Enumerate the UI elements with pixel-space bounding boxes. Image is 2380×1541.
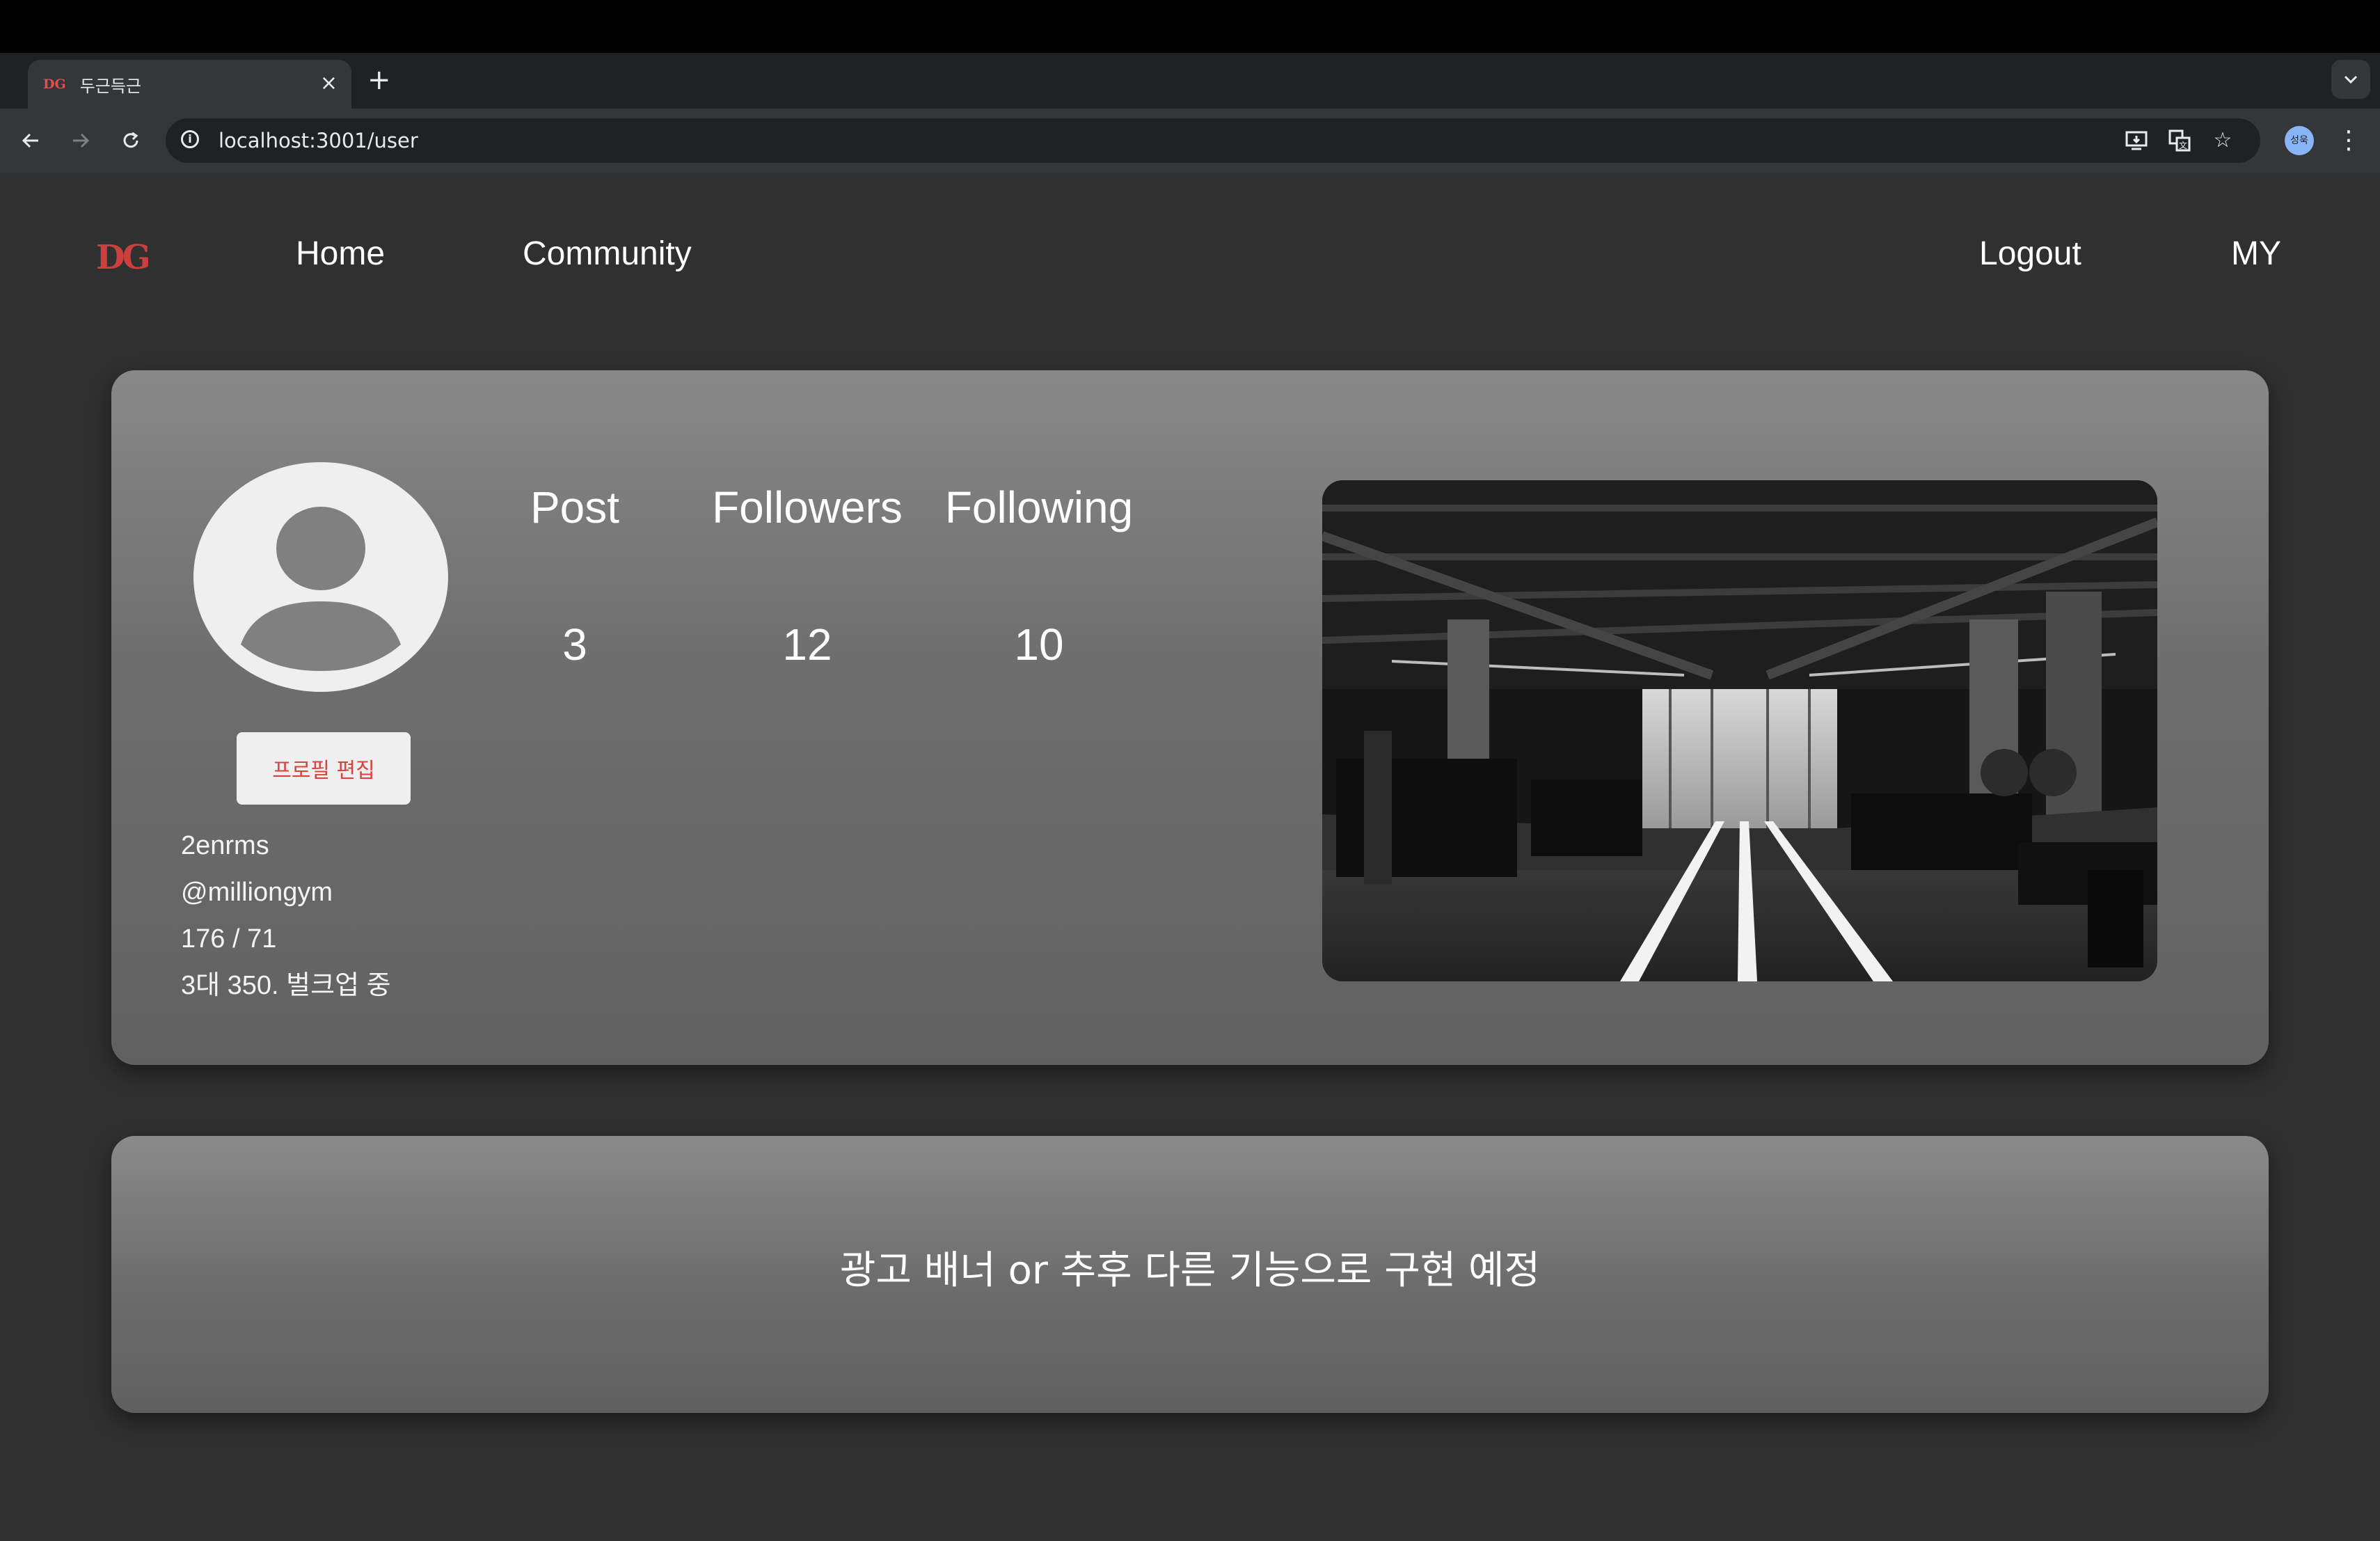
svg-text:文: 文 (2179, 140, 2187, 150)
profile-info: 2enrms @milliongym 176 / 71 3대 350. 벌크업 … (181, 823, 391, 1009)
edit-profile-button[interactable]: 프로필 편집 (237, 732, 411, 805)
nav-home[interactable]: Home (296, 233, 385, 275)
stat-followers-label[interactable]: Followers (682, 482, 933, 533)
back-icon[interactable] (13, 123, 49, 159)
url-text[interactable]: localhost:3001/user (219, 129, 418, 152)
stat-post-value[interactable]: 3 (450, 619, 700, 670)
nav-community[interactable]: Community (523, 233, 692, 275)
menu-kebab-icon[interactable]: ⋮ (2335, 124, 2363, 157)
profile-card: 프로필 편집 2enrms @milliongym 176 / 71 3대 35… (111, 370, 2269, 1065)
browser-profile-avatar[interactable]: 성욱 (2285, 126, 2314, 155)
tab-close-icon[interactable]: × (320, 71, 338, 96)
bookmark-star-icon[interactable]: ☆ (2207, 125, 2238, 156)
new-tab-button[interactable]: + (367, 63, 391, 97)
browser-toolbar: i localhost:3001/user 文 ☆ 성욱 ⋮ (0, 109, 2380, 173)
bio: 3대 350. 벌크업 중 (181, 971, 391, 1000)
install-app-icon[interactable] (2121, 125, 2152, 156)
stat-following-value[interactable]: 10 (914, 619, 1164, 670)
avatar (193, 462, 448, 692)
stat-followers-value[interactable]: 12 (682, 619, 933, 670)
site-info-icon[interactable]: i (181, 130, 199, 148)
stat-post-label[interactable]: Post (450, 482, 700, 533)
tab-title: 두근득근 (79, 76, 142, 96)
nav-my[interactable]: MY (2231, 233, 2281, 275)
handle: @milliongym (181, 878, 333, 907)
body-stats: 176 / 71 (181, 924, 277, 954)
stat-following-label[interactable]: Following (914, 482, 1164, 533)
forward-icon[interactable] (63, 123, 99, 159)
translate-icon[interactable]: 文 (2164, 125, 2195, 156)
address-bar[interactable]: i localhost:3001/user 文 ☆ (166, 118, 2260, 163)
banner-text: 광고 배너 or 추후 다른 기능으로 구현 예정 (839, 1248, 1541, 1293)
active-tab[interactable]: DG 두근득근 × (28, 60, 351, 109)
ad-banner: 광고 배너 or 추후 다른 기능으로 구현 예정 (111, 1136, 2269, 1413)
window-top-strip (0, 0, 2380, 53)
gym-photo (1322, 480, 2157, 981)
reload-icon[interactable] (113, 123, 149, 159)
tab-favicon-icon: DG (43, 77, 66, 92)
username: 2enrms (181, 831, 269, 860)
tab-search-chevron-icon[interactable] (2331, 60, 2370, 99)
app-logo[interactable]: DG (96, 238, 151, 277)
tab-bar: DG 두근득근 × + (0, 53, 2380, 109)
nav-logout[interactable]: Logout (1979, 233, 2081, 275)
